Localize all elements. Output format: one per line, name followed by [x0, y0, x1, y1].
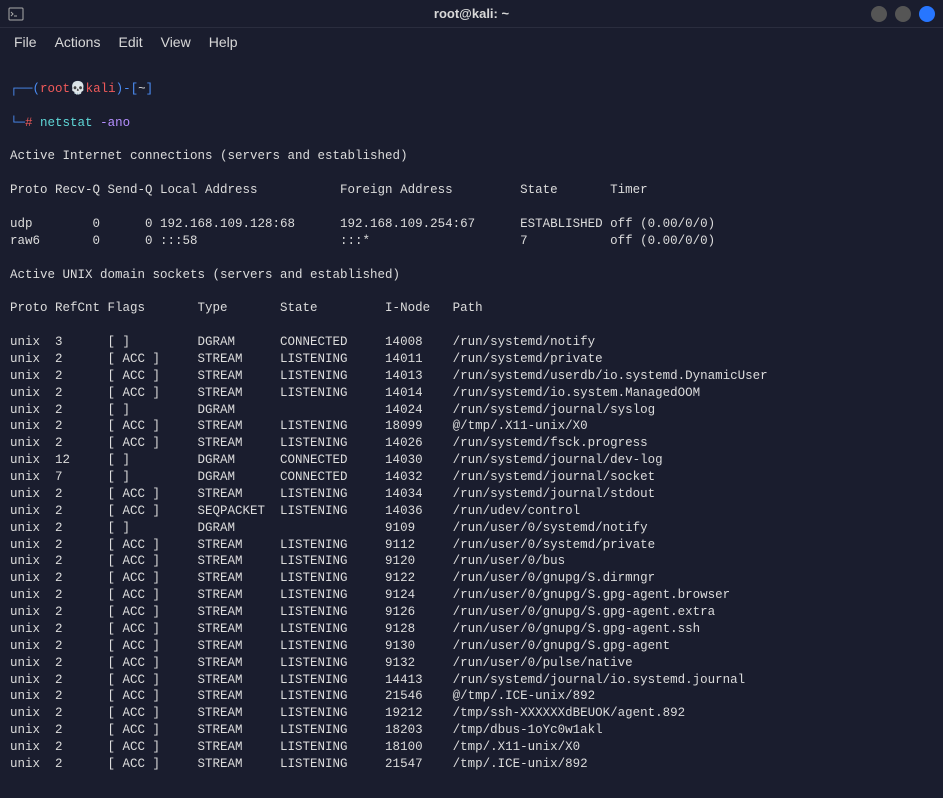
prompt-line-1: ┌──(root💀kali)-[~] [10, 81, 933, 98]
unix-row: unix 2 [ ACC ] STREAM LISTENING 14413 /r… [10, 672, 933, 689]
maximize-button[interactable] [895, 6, 911, 22]
unix-row: unix 2 [ ACC ] STREAM LISTENING 14026 /r… [10, 435, 933, 452]
titlebar: root@kali: ~ [0, 0, 943, 28]
menu-edit[interactable]: Edit [118, 34, 142, 50]
unix-row: unix 3 [ ] DGRAM CONNECTED 14008 /run/sy… [10, 334, 933, 351]
inet-row: udp 0 0 192.168.109.128:68 192.168.109.2… [10, 216, 933, 233]
unix-row: unix 2 [ ACC ] SEQPACKET LISTENING 14036… [10, 503, 933, 520]
command-args: -ano [100, 116, 130, 130]
unix-row: unix 2 [ ACC ] STREAM LISTENING 14014 /r… [10, 385, 933, 402]
prompt-line-2: └─# netstat -ano [10, 115, 933, 132]
unix-row: unix 7 [ ] DGRAM CONNECTED 14032 /run/sy… [10, 469, 933, 486]
unix-row: unix 2 [ ] DGRAM 14024 /run/systemd/jour… [10, 402, 933, 419]
inet-columns: Proto Recv-Q Send-Q Local Address Foreig… [10, 182, 933, 199]
inet-connection-rows: udp 0 0 192.168.109.128:68 192.168.109.2… [10, 216, 933, 250]
unix-row: unix 2 [ ACC ] STREAM LISTENING 9128 /ru… [10, 621, 933, 638]
active-inet-header: Active Internet connections (servers and… [10, 148, 933, 165]
unix-row: unix 2 [ ACC ] STREAM LISTENING 19212 /t… [10, 705, 933, 722]
menu-actions[interactable]: Actions [55, 34, 101, 50]
unix-row: unix 2 [ ] DGRAM 9109 /run/user/0/system… [10, 520, 933, 537]
unix-row: unix 12 [ ] DGRAM CONNECTED 14030 /run/s… [10, 452, 933, 469]
unix-columns: Proto RefCnt Flags Type State I-Node Pat… [10, 300, 933, 317]
unix-row: unix 2 [ ACC ] STREAM LISTENING 9132 /ru… [10, 655, 933, 672]
unix-row: unix 2 [ ACC ] STREAM LISTENING 18099 @/… [10, 418, 933, 435]
minimize-button[interactable] [871, 6, 887, 22]
menu-help[interactable]: Help [209, 34, 238, 50]
menu-view[interactable]: View [161, 34, 191, 50]
unix-row: unix 2 [ ACC ] STREAM LISTENING 14011 /r… [10, 351, 933, 368]
unix-row: unix 2 [ ACC ] STREAM LISTENING 14034 /r… [10, 486, 933, 503]
unix-row: unix 2 [ ACC ] STREAM LISTENING 18203 /t… [10, 722, 933, 739]
unix-row: unix 2 [ ACC ] STREAM LISTENING 21546 @/… [10, 688, 933, 705]
terminal-output[interactable]: ┌──(root💀kali)-[~] └─# netstat -ano Acti… [0, 56, 943, 798]
window-title: root@kali: ~ [434, 6, 509, 21]
unix-row: unix 2 [ ACC ] STREAM LISTENING 14013 /r… [10, 368, 933, 385]
unix-row: unix 2 [ ACC ] STREAM LISTENING 9112 /ru… [10, 537, 933, 554]
inet-row: raw6 0 0 :::58 :::* 7 off (0.00/0/0) [10, 233, 933, 250]
unix-row: unix 2 [ ACC ] STREAM LISTENING 9126 /ru… [10, 604, 933, 621]
terminal-icon [8, 6, 24, 22]
unix-row: unix 2 [ ACC ] STREAM LISTENING 21547 /t… [10, 756, 933, 773]
menu-file[interactable]: File [14, 34, 37, 50]
unix-socket-rows: unix 3 [ ] DGRAM CONNECTED 14008 /run/sy… [10, 334, 933, 773]
unix-row: unix 2 [ ACC ] STREAM LISTENING 9124 /ru… [10, 587, 933, 604]
close-button[interactable] [919, 6, 935, 22]
unix-row: unix 2 [ ACC ] STREAM LISTENING 9122 /ru… [10, 570, 933, 587]
menubar: File Actions Edit View Help [0, 28, 943, 56]
unix-row: unix 2 [ ACC ] STREAM LISTENING 18100 /t… [10, 739, 933, 756]
unix-row: unix 2 [ ACC ] STREAM LISTENING 9130 /ru… [10, 638, 933, 655]
command-text: netstat [40, 116, 93, 130]
unix-row: unix 2 [ ACC ] STREAM LISTENING 9120 /ru… [10, 553, 933, 570]
window-controls [871, 6, 935, 22]
active-unix-header: Active UNIX domain sockets (servers and … [10, 267, 933, 284]
